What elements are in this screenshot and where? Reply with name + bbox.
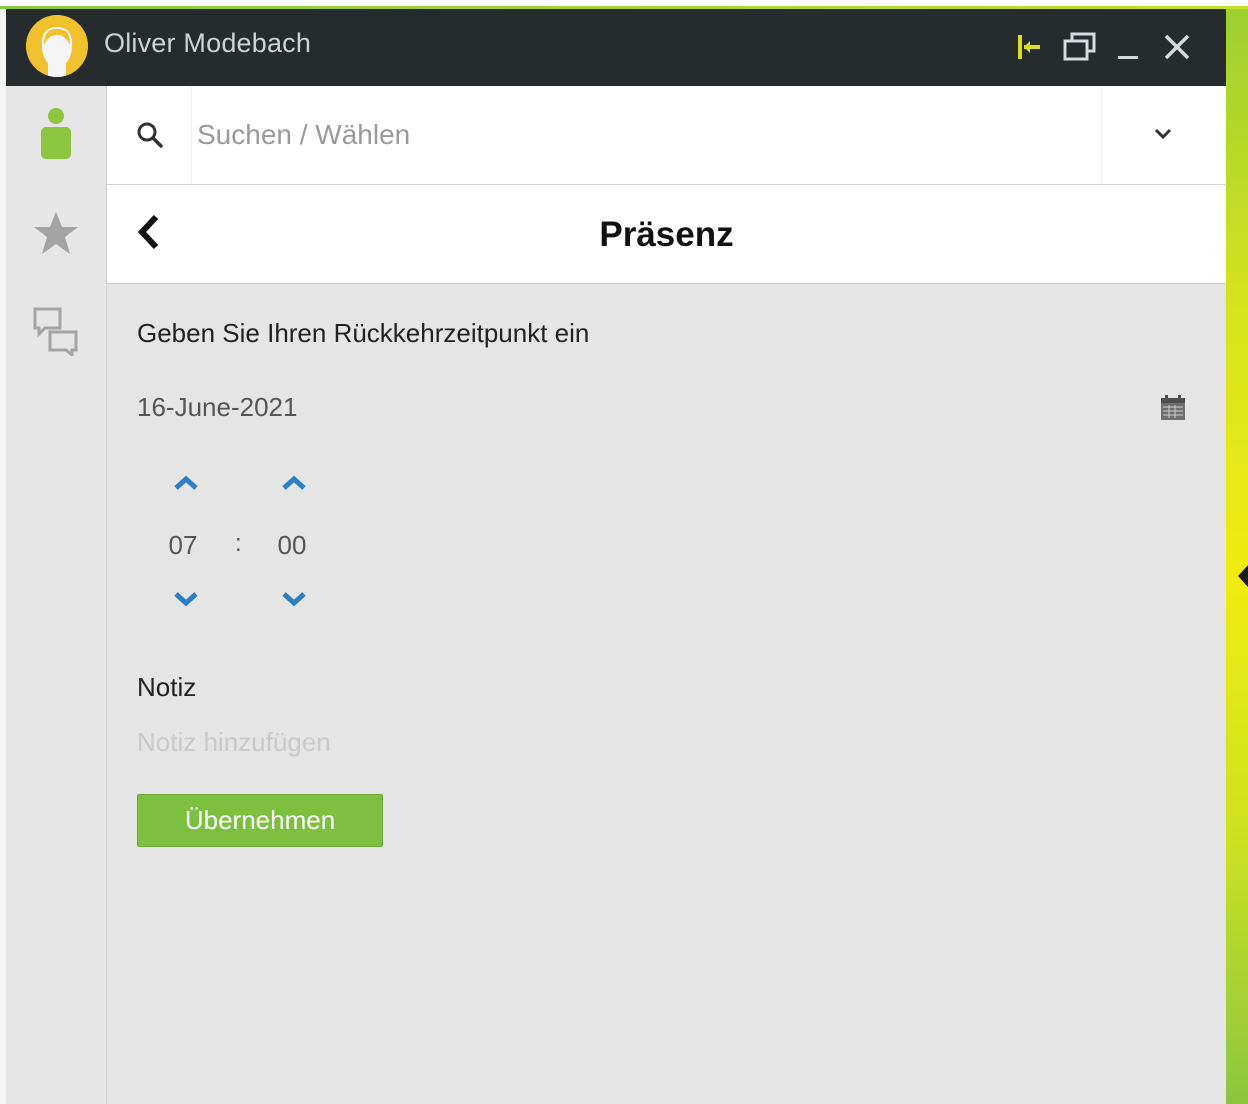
page-header: Präsenz [107,185,1226,284]
search-bar [107,86,1226,185]
app-window: Oliver Modebach Suchen / Wählen Präsenz … [0,0,1248,1104]
right-edge-panel [1226,9,1248,1104]
top-accent-strip [0,0,1248,9]
search-divider-right [1101,86,1102,184]
search-dropdown-button[interactable] [1137,116,1189,156]
chat-bubbles-icon [32,306,80,361]
page-title: Präsenz [599,215,734,254]
minute-decrement-button[interactable] [271,584,317,618]
hour-decrement-button[interactable] [163,584,209,618]
hour-value[interactable]: 07 [153,530,213,561]
time-separator: : [235,530,242,557]
note-input[interactable] [137,724,837,760]
apply-button[interactable]: Übernehmen [137,794,383,847]
star-icon [32,210,80,261]
minute-increment-button[interactable] [271,468,317,502]
window-title: Oliver Modebach [104,28,312,58]
sidebar-item-contacts[interactable] [26,104,86,166]
collapse-handle-icon[interactable] [1238,565,1248,587]
hour-increment-button[interactable] [163,468,209,502]
sidebar-item-chat[interactable] [26,302,86,364]
sidebar [6,86,107,1104]
chevron-down-icon [1153,127,1173,146]
user-avatar-icon[interactable] [26,15,88,77]
chevron-up-icon [172,474,200,497]
calendar-icon[interactable] [1157,392,1189,424]
note-label: Notiz [137,672,197,702]
instruction-text: Geben Sie Ihren Rückkehrzeitpunkt ein [137,318,590,348]
restore-window-icon[interactable] [1062,27,1098,67]
chevron-down-icon [280,590,308,613]
title-bar: Oliver Modebach [6,9,1226,86]
search-divider [191,86,192,184]
person-icon [39,107,73,164]
sidebar-item-favorites[interactable] [26,204,86,266]
return-date[interactable]: 16-June-2021 [137,392,297,423]
search-input[interactable] [197,112,1077,158]
search-icon[interactable] [127,112,173,158]
pin-icon[interactable] [1012,27,1048,67]
presence-form: Geben Sie Ihren Rückkehrzeitpunkt ein 16… [107,284,1226,1104]
close-icon[interactable] [1159,27,1195,67]
minimize-icon[interactable] [1110,27,1146,67]
chevron-down-icon [172,590,200,613]
chevron-up-icon [280,474,308,497]
minute-value[interactable]: 00 [262,530,322,561]
